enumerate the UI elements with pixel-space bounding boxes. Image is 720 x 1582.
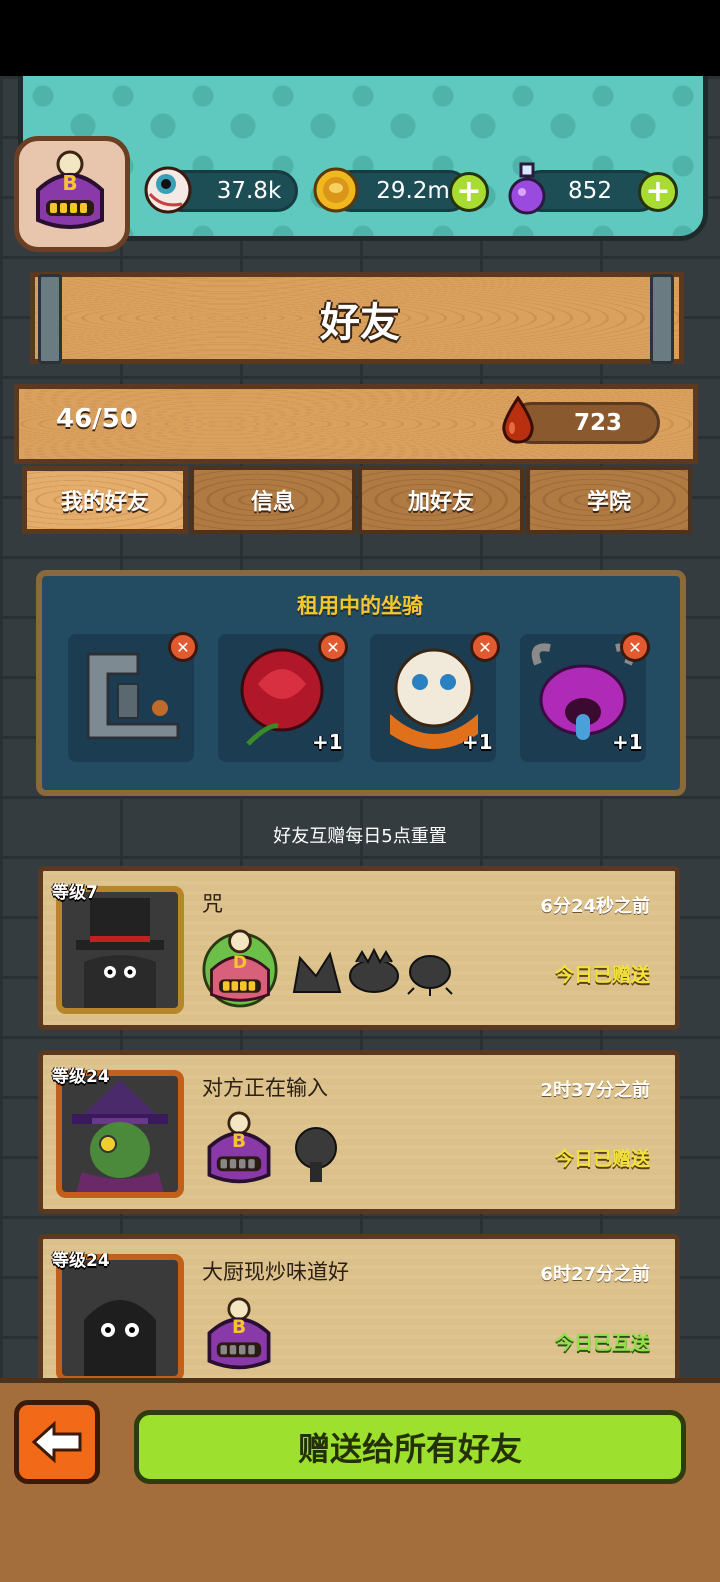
witch-monster-icon (72, 1080, 168, 1192)
gift-status: 今日已互送 (554, 1332, 650, 1354)
gift-all-friends-button[interactable]: 赠送给所有好友 (134, 1410, 686, 1484)
tab-label: 我的好友 (60, 490, 149, 515)
rank-badge-icon: B (207, 1111, 271, 1184)
remove-mount-3-button[interactable]: ✕ (470, 632, 500, 662)
page-title: 好友 (320, 300, 400, 346)
tab-label: 加好友 (407, 490, 474, 515)
friend-count: 46/50 (56, 404, 138, 434)
mount-2-bonus: +1 (312, 730, 343, 754)
top-hat-monster-icon (76, 898, 164, 1008)
tab-messages[interactable]: 信息 (190, 466, 356, 534)
friend-last-seen: 2时37分之前 (540, 1080, 650, 1101)
blood-count: 723 (573, 410, 622, 436)
shadow-monster-icon (84, 1300, 156, 1376)
status-bar (0, 0, 720, 76)
tab-academy[interactable]: 学院 (526, 466, 692, 534)
svg-text:B: B (232, 1131, 246, 1152)
mounts-title: 租用中的坐骑 (297, 594, 423, 618)
tree-mount-icon (295, 1127, 337, 1182)
buy-potions-button[interactable]: + (638, 172, 678, 212)
rank-badge-icon: D (202, 929, 278, 1008)
mount-3-bonus: +1 (462, 730, 493, 754)
remove-mount-4-button[interactable]: ✕ (620, 632, 650, 662)
back-button[interactable] (14, 1400, 100, 1484)
remove-mount-2-button[interactable]: ✕ (318, 632, 348, 662)
tab-my-friends[interactable]: 我的好友 (22, 466, 188, 534)
mount-4-bonus: +1 (612, 730, 643, 754)
rank-badge-icon: B (36, 150, 104, 229)
svg-text:B: B (62, 171, 77, 195)
back-arrow-icon (31, 1420, 82, 1464)
svg-text:B: B (232, 1317, 246, 1338)
gift-status: 今日已赠送 (554, 964, 650, 986)
tab-label: 信息 (250, 490, 295, 515)
blood-drop-icon (502, 396, 534, 444)
remove-mount-1-button[interactable]: ✕ (168, 632, 198, 662)
gift-status: 今日已赠送 (554, 1148, 650, 1170)
friend-name: 大厨现炒味道好 (202, 1260, 349, 1284)
friend-portrait (56, 886, 184, 1014)
potion-count: 852 (568, 178, 612, 204)
potion-icon (508, 162, 546, 215)
tab-label: 学院 (586, 490, 631, 515)
buy-coins-button[interactable]: + (449, 172, 489, 212)
friend-level: 等级24 (52, 1251, 110, 1271)
coin-icon (313, 167, 359, 213)
gift-all-label: 赠送给所有好友 (297, 1430, 522, 1468)
friend-last-seen: 6分24秒之前 (540, 896, 650, 917)
friend-name: 对方正在输入 (202, 1076, 328, 1100)
tab-add-friend[interactable]: 加好友 (358, 466, 524, 534)
friend-mounts-icons (292, 948, 453, 996)
coin-count: 29.2m (376, 178, 450, 204)
svg-text:D: D (233, 953, 247, 973)
eyeball-icon (144, 166, 192, 214)
friend-name: 咒 (202, 892, 223, 916)
daily-reset-note: 好友互赠每日5点重置 (273, 826, 447, 847)
friend-portrait (56, 1254, 184, 1382)
friend-portrait (56, 1070, 184, 1198)
friend-level: 等级24 (52, 1067, 110, 1087)
rank-badge-icon: B (207, 1297, 271, 1370)
friend-level: 等级7 (52, 883, 98, 903)
friend-last-seen: 6时27分之前 (540, 1264, 650, 1285)
